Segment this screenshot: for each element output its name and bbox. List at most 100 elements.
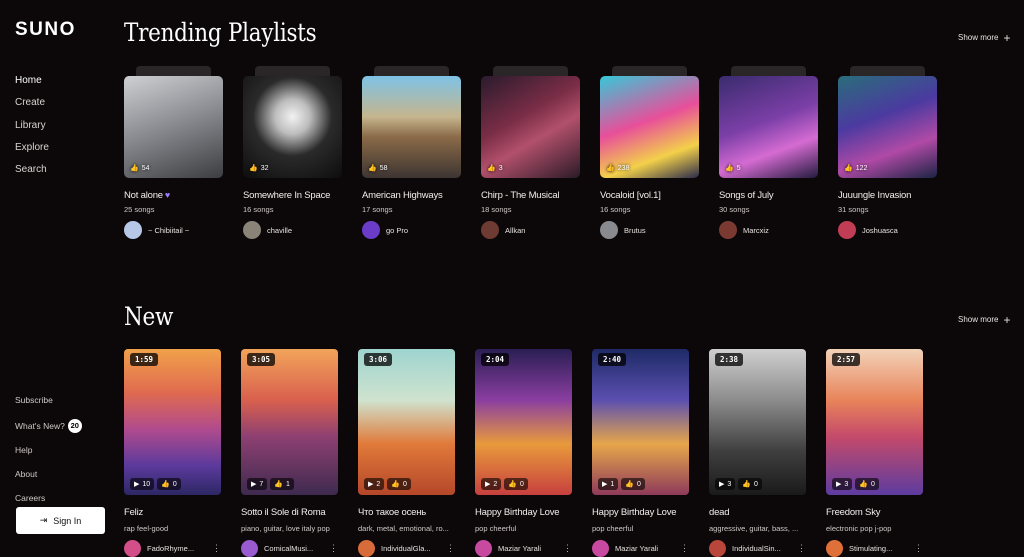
help-link[interactable]: Help [15,438,82,462]
playlist-card[interactable]: 👍 122 Juuungle Invasion 31 songs Joshuasca [838,66,937,239]
playlist-cover-image[interactable]: 👍 122 [838,76,937,178]
song-title[interactable]: Freedom Sky [826,507,923,518]
duration-badge: 3:05 [247,353,276,366]
more-options-icon[interactable]: ⋮ [797,543,806,554]
more-options-icon[interactable]: ⋮ [212,543,221,554]
avatar [475,540,492,557]
trending-show-more[interactable]: Show more + [958,32,1010,44]
playlist-author[interactable]: go Pro [362,221,461,239]
song-cover-image[interactable]: 2:40 ▶ 1 👍 0 [592,349,689,495]
thumbs-up-icon: 👍 [742,481,752,488]
song-author[interactable]: IndividualGla... ⋮ [358,540,455,557]
song-card[interactable]: 2:40 ▶ 1 👍 0 Happy Birthday Love pop cheerful M… [592,349,689,557]
like-count: 👍 0 [504,478,528,490]
nav-search[interactable]: Search [15,164,49,186]
more-options-icon[interactable]: ⋮ [914,543,923,554]
song-author[interactable]: IndividualSin... ⋮ [709,540,806,557]
song-card[interactable]: 2:57 ▶ 3 👍 0 Freedom Sky electronic pop j-pop S… [826,349,923,557]
like-count-value: 0 [754,480,758,488]
song-title[interactable]: Feliz [124,507,221,518]
playlist-card[interactable]: 👍 54 Not alone ♥ 25 songs ~ Chibiitail ~ [124,66,223,239]
song-card[interactable]: 2:04 ▶ 2 👍 0 Happy Birthday Love pop cheerful M… [475,349,572,557]
song-title[interactable]: Happy Birthday Love [475,507,572,518]
like-count-value: 5 [736,164,741,172]
author-name: Brutus [624,225,646,235]
author-name: Allkan [505,225,526,235]
song-cover-image[interactable]: 2:04 ▶ 2 👍 0 [475,349,572,495]
song-card[interactable]: 1:59 ▶ 10 👍 0 Feliz rap feel-good FadoRhyme... ⋮ [124,349,221,557]
playlist-author[interactable]: Brutus [600,221,699,239]
song-author[interactable]: Maziar Yarali ⋮ [475,540,572,557]
playlist-cover-image[interactable]: 👍 3 [481,76,580,178]
more-options-icon[interactable]: ⋮ [680,543,689,554]
thumbs-up-icon: 👍 [130,165,139,172]
song-card[interactable]: 2:38 ▶ 3 👍 0 dead aggressive, guitar, bass, ..… [709,349,806,557]
playlist-cover-image[interactable]: 👍 238 [600,76,699,178]
playlist-cover-image[interactable]: 👍 5 [719,76,818,178]
sign-in-button[interactable]: ⇥ Sign In [16,507,105,534]
nav-create[interactable]: Create [15,97,49,119]
nav-home[interactable]: Home [15,75,49,97]
playlist-title-text: Chirp - The Musical [481,190,560,201]
playlist-card[interactable]: 👍 3 Chirp - The Musical 18 songs Allkan [481,66,580,239]
song-cover-image[interactable]: 1:59 ▶ 10 👍 0 [124,349,221,495]
playlist-cover-image[interactable]: 👍 58 [362,76,461,178]
song-stats: ▶ 3 👍 0 [832,478,879,490]
play-count-value: 3 [727,480,732,488]
play-count-value: 3 [844,480,849,488]
trending-playlist-row: 👍 54 Not alone ♥ 25 songs ~ Chibiitail ~ 👍 32 So… [124,66,937,239]
avatar [592,540,609,557]
about-link[interactable]: About [15,462,82,486]
playlist-cover-image[interactable]: 👍 32 [243,76,342,178]
playlist-cover-stack: 👍 238 [600,66,699,178]
song-stats: ▶ 2 👍 0 [364,478,411,490]
playlist-author[interactable]: Joshuasca [838,221,937,239]
playlist-card[interactable]: 👍 5 Songs of July 30 songs Marcxiz [719,66,818,239]
song-author[interactable]: ComicalMusi... ⋮ [241,540,338,557]
like-count-value: 238 [617,164,630,172]
playlist-cover-stack: 👍 122 [838,66,937,178]
playlist-author[interactable]: Allkan [481,221,580,239]
more-options-icon[interactable]: ⋮ [446,543,455,554]
song-title[interactable]: Sotto il Sole di Roma [241,507,338,518]
song-tags: rap feel-good [124,524,169,533]
like-count-value: 54 [141,164,150,172]
avatar [709,540,726,557]
song-tags: aggressive, guitar, bass, ... [709,524,799,533]
like-count: 👍 0 [157,478,181,490]
playlist-cover-image[interactable]: 👍 54 [124,76,223,178]
playlist-card[interactable]: 👍 32 Somewhere In Space 16 songs chaville [243,66,342,239]
song-author[interactable]: FadoRhyme... ⋮ [124,540,221,557]
playlist-author[interactable]: chaville [243,221,342,239]
suno-logo[interactable]: SUNO [15,19,76,41]
like-count: 👍 0 [387,478,411,490]
song-card[interactable]: 3:06 ▶ 2 👍 0 Что такое осень dark, metal, emot… [358,349,455,557]
playlist-author[interactable]: Marcxiz [719,221,818,239]
song-title[interactable]: dead [709,507,806,518]
playlist-title-text: Juuungle Invasion [838,190,912,201]
song-card[interactable]: 3:05 ▶ 7 👍 1 Sotto il Sole di Roma piano, guit… [241,349,338,557]
whats-new-link[interactable]: What's New? 20 [15,414,82,438]
playlist-card[interactable]: 👍 238 Vocaloid [vol.1] 16 songs Brutus [600,66,699,239]
playlist-title-text: Songs of July [719,190,774,201]
playlist-cover-stack-back [493,66,568,76]
author-name: Joshuasca [862,225,898,235]
playlist-card[interactable]: 👍 58 American Highways 17 songs go Pro [362,66,461,239]
more-options-icon[interactable]: ⋮ [563,543,572,554]
subscribe-link[interactable]: Subscribe [15,388,82,412]
song-cover-image[interactable]: 2:38 ▶ 3 👍 0 [709,349,806,495]
song-cover-image[interactable]: 3:06 ▶ 2 👍 0 [358,349,455,495]
song-cover-image[interactable]: 3:05 ▶ 7 👍 1 [241,349,338,495]
playlist-cover-stack-back [255,66,330,76]
more-options-icon[interactable]: ⋮ [329,543,338,554]
song-cover-image[interactable]: 2:57 ▶ 3 👍 0 [826,349,923,495]
song-author[interactable]: Maziar Yarali ⋮ [592,540,689,557]
song-title[interactable]: Что такое осень [358,507,455,518]
new-show-more[interactable]: Show more + [958,314,1010,326]
nav-library[interactable]: Library [15,120,49,142]
like-count-value: 0 [871,480,875,488]
song-author[interactable]: Stimulating... ⋮ [826,540,923,557]
playlist-author[interactable]: ~ Chibiitail ~ [124,221,223,239]
nav-explore[interactable]: Explore [15,142,49,164]
song-title[interactable]: Happy Birthday Love [592,507,689,518]
